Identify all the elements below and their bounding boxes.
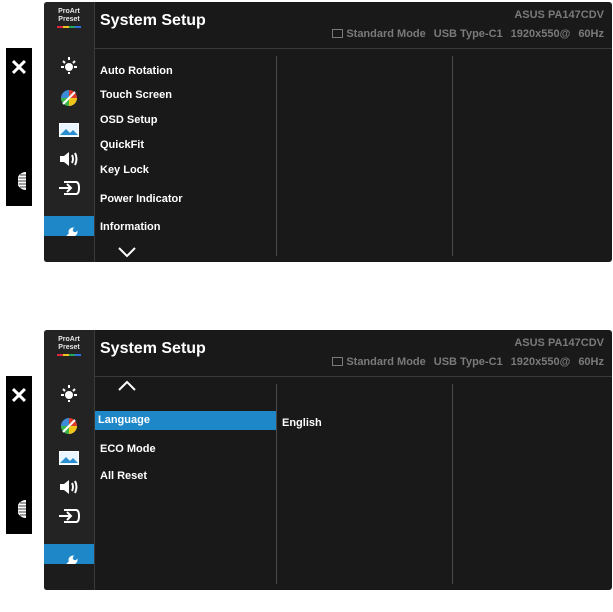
proart-label: ProArt	[58, 336, 80, 343]
column-divider	[276, 56, 277, 256]
close-icon[interactable]: ✕	[6, 384, 32, 408]
chevron-up-icon[interactable]	[118, 380, 136, 391]
monitor-icon	[332, 29, 344, 38]
menu-item-power-indicator[interactable]: Power Indicator	[100, 193, 183, 205]
image-icon[interactable]	[44, 116, 94, 144]
header-divider	[95, 48, 612, 49]
osd-panel-system-setup-page2: ProArt Preset System Setup ASUS PA147CDV…	[44, 330, 612, 590]
chevron-down-icon[interactable]	[118, 247, 136, 258]
menu-item-touch-screen[interactable]: Touch Screen	[100, 89, 172, 101]
menu-item-osd-setup[interactable]: OSD Setup	[100, 114, 157, 126]
input-select-icon[interactable]	[44, 174, 94, 202]
brightness-icon[interactable]	[44, 52, 94, 80]
color-icon[interactable]	[44, 84, 94, 112]
resolution-status: 1920x550@	[510, 356, 571, 368]
image-icon[interactable]	[44, 444, 94, 472]
proart-preset-tab[interactable]: ProArt Preset	[44, 336, 94, 356]
menu-item-all-reset[interactable]: All Reset	[100, 470, 147, 482]
proart-label: ProArt	[58, 8, 80, 15]
input-select-icon[interactable]	[44, 502, 94, 530]
mode-status: Standard Mode	[332, 356, 426, 368]
menu-item-quickfit[interactable]: QuickFit	[100, 139, 144, 151]
input-status: USB Type-C1	[433, 28, 503, 40]
osd-icon-column: ProArt Preset	[44, 2, 95, 262]
color-icon[interactable]	[44, 412, 94, 440]
sidebar-footer	[44, 564, 94, 590]
model-name: ASUS PA147CDV	[514, 9, 604, 21]
menu-item-information[interactable]: Information	[100, 221, 161, 233]
language-value-english[interactable]: English	[282, 417, 322, 429]
menu-item-eco-mode[interactable]: ECO Mode	[100, 443, 156, 455]
color-bar	[57, 354, 81, 356]
scroll-wheel-icon[interactable]	[18, 172, 26, 190]
page-title: System Setup	[100, 12, 206, 29]
menu-item-auto-rotation[interactable]: Auto Rotation	[100, 65, 173, 77]
refresh-status: 60Hz	[578, 356, 604, 368]
scroll-wheel-icon[interactable]	[18, 500, 26, 518]
column-divider	[276, 384, 277, 584]
input-status: USB Type-C1	[433, 356, 503, 368]
status-line: Standard Mode USB Type-C1 1920x550@ 60Hz	[332, 356, 604, 368]
proart-preset-tab[interactable]: ProArt Preset	[44, 8, 94, 28]
refresh-status: 60Hz	[578, 28, 604, 40]
sidebar-footer	[44, 236, 94, 262]
osd-icon-column: ProArt Preset	[44, 330, 95, 590]
sound-icon[interactable]	[44, 145, 94, 173]
page-title: System Setup	[100, 340, 206, 357]
status-line: Standard Mode USB Type-C1 1920x550@ 60Hz	[332, 28, 604, 40]
preset-label: Preset	[58, 344, 80, 351]
close-icon[interactable]: ✕	[6, 56, 32, 80]
column-divider	[452, 56, 453, 256]
mode-label: Standard Mode	[346, 356, 426, 368]
resolution-status: 1920x550@	[510, 28, 571, 40]
column-divider	[452, 384, 453, 584]
mode-status: Standard Mode	[332, 28, 426, 40]
brightness-icon[interactable]	[44, 380, 94, 408]
mode-label: Standard Mode	[346, 28, 426, 40]
osd-panel-system-setup-page1: ProArt Preset System Setup ASUS PA147CDV…	[44, 2, 612, 262]
menu-item-key-lock[interactable]: Key Lock	[100, 164, 149, 176]
menu-item-language[interactable]: Language	[95, 411, 276, 430]
header-divider	[95, 376, 612, 377]
sound-icon[interactable]	[44, 473, 94, 501]
preset-label: Preset	[58, 16, 80, 23]
monitor-icon	[332, 357, 344, 366]
model-name: ASUS PA147CDV	[514, 337, 604, 349]
color-bar	[57, 26, 81, 28]
